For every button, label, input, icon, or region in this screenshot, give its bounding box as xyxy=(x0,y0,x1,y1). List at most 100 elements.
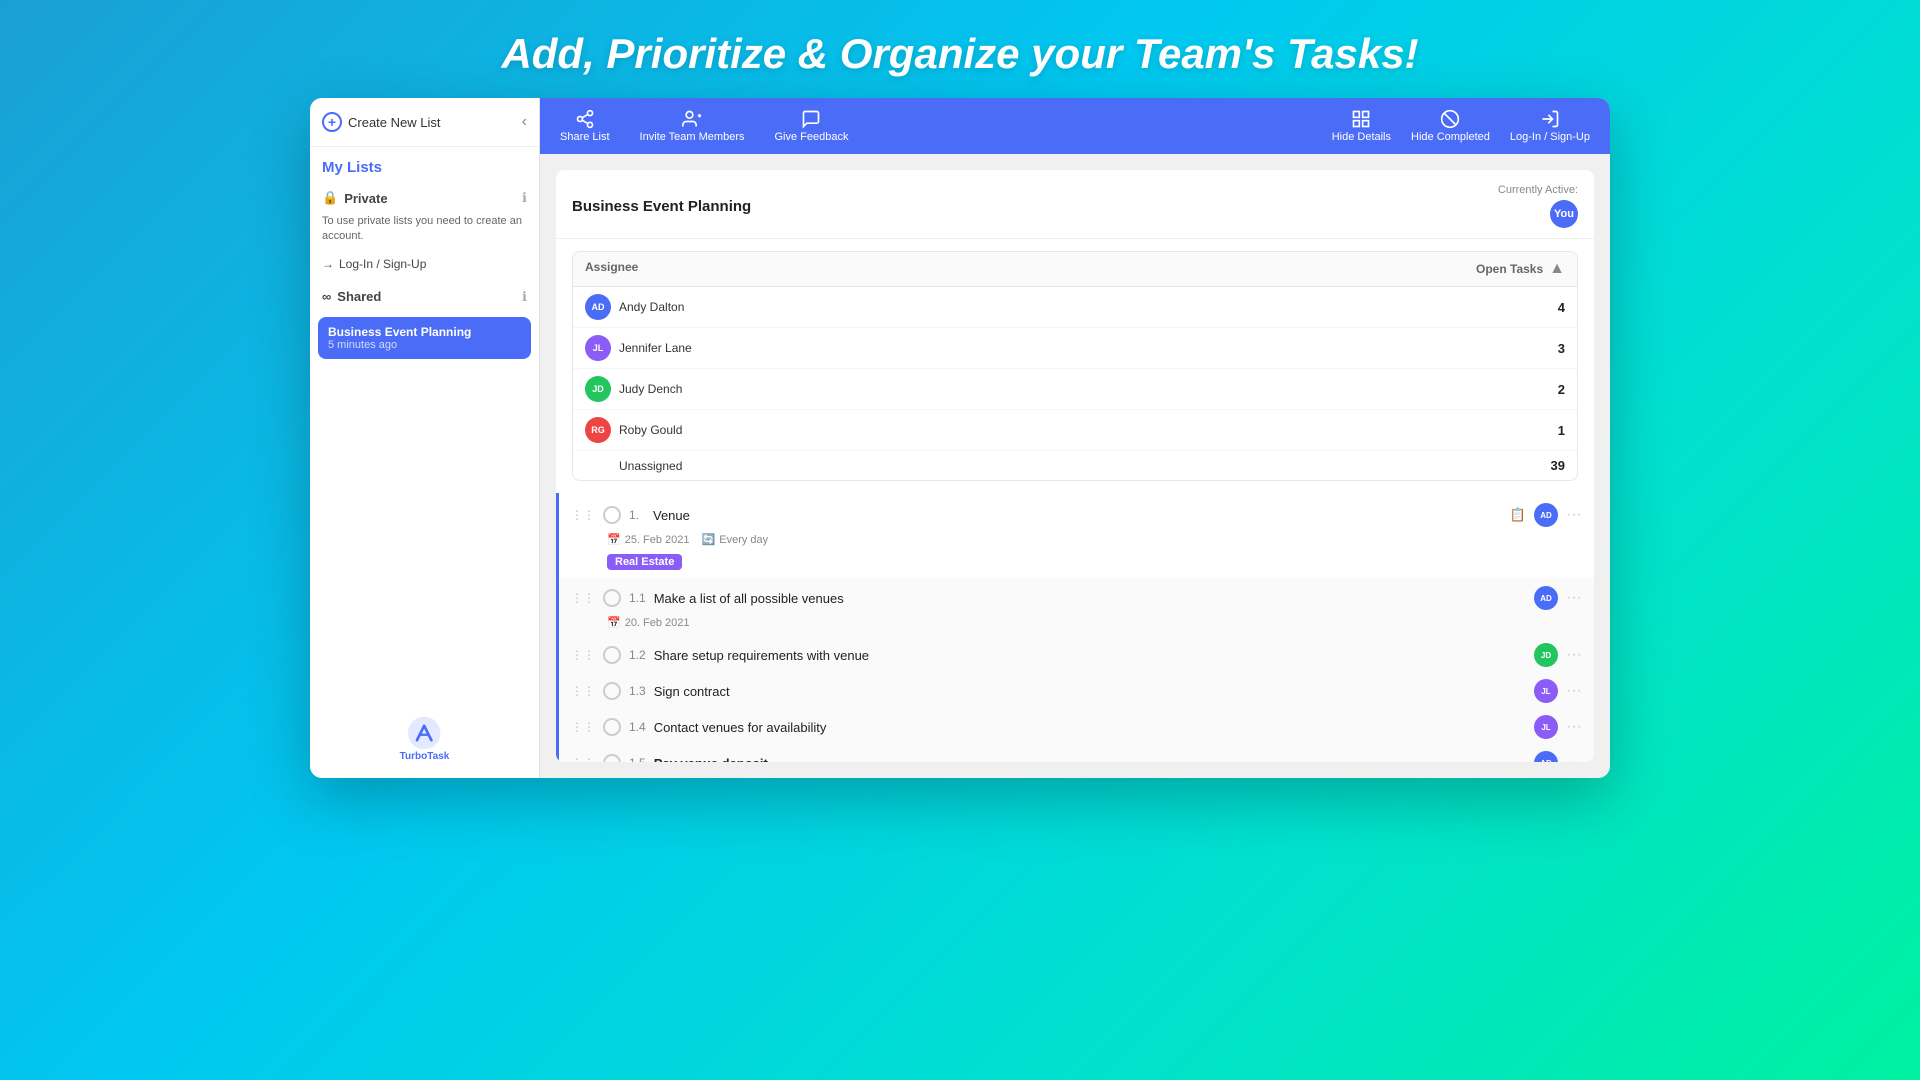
shared-list-item-name: Business Event Planning xyxy=(328,325,521,339)
shared-info-icon[interactable]: ℹ xyxy=(522,289,527,305)
create-new-list-button[interactable]: + Create New List xyxy=(322,112,440,132)
assignee-count-roby: 1 xyxy=(1558,423,1565,438)
task-panel-title: Business Event Planning xyxy=(572,198,751,215)
my-lists-title: My Lists xyxy=(310,147,539,182)
task-menu-1-2[interactable]: ··· xyxy=(1566,646,1582,664)
give-feedback-button[interactable]: Give Feedback xyxy=(774,109,848,143)
private-login-button[interactable]: → Log-In / Sign-Up xyxy=(310,253,539,281)
subtask-item-1-5: ⋮⋮ 1.5 Pay venue deposit AD ··· 📅 27. Fe… xyxy=(556,743,1594,762)
invite-team-button[interactable]: Invite Team Members xyxy=(640,109,745,143)
app-container: + Create New List ‹ My Lists 🔒 Private ℹ… xyxy=(310,98,1610,778)
task-menu-1-3[interactable]: ··· xyxy=(1566,682,1582,700)
assignee-table: Assignee Open Tasks ▲ AD Andy Dalton 4 xyxy=(572,251,1578,481)
task-meta-venue: 📅 25. Feb 2021 🔄 Every day xyxy=(559,531,1594,552)
task-avatar-venue: AD xyxy=(1534,503,1558,527)
drag-handle-1-2[interactable]: ⋮⋮ xyxy=(571,648,595,662)
shared-label: Shared xyxy=(337,289,381,304)
sidebar-header: + Create New List ‹ xyxy=(310,98,539,147)
task-menu-1-1[interactable]: ··· xyxy=(1566,589,1582,607)
task-number-venue: 1. xyxy=(629,508,645,522)
assignee-avatar-ad: AD xyxy=(585,294,611,320)
task-avatar-1-3: JL xyxy=(1534,679,1558,703)
hide-completed-button[interactable]: Hide Completed xyxy=(1411,109,1490,143)
task-menu-venue[interactable]: ··· xyxy=(1566,506,1582,524)
assignee-row-jennifer: JL Jennifer Lane 3 xyxy=(573,328,1577,369)
private-label: Private xyxy=(344,191,387,206)
task-name-1-5: Pay venue deposit xyxy=(654,756,1526,763)
assignee-row-andy: AD Andy Dalton 4 xyxy=(573,287,1577,328)
give-feedback-label: Give Feedback xyxy=(774,131,848,143)
logo-text: TurboTask xyxy=(400,751,450,762)
page-title: Add, Prioritize & Organize your Team's T… xyxy=(501,30,1418,78)
task-checkbox-venue[interactable] xyxy=(603,506,621,524)
invite-icon xyxy=(682,109,702,129)
private-description: To use private lists you need to create … xyxy=(310,214,539,253)
sidebar-collapse-button[interactable]: ‹ xyxy=(522,113,527,131)
drag-handle-1-3[interactable]: ⋮⋮ xyxy=(571,684,595,698)
drag-handle-1-5[interactable]: ⋮⋮ xyxy=(571,756,595,762)
invite-team-label: Invite Team Members xyxy=(640,131,745,143)
task-checkbox-1-3[interactable] xyxy=(603,682,621,700)
assignee-name-roby: Roby Gould xyxy=(619,423,682,437)
hide-completed-label: Hide Completed xyxy=(1411,131,1490,143)
hide-completed-icon xyxy=(1440,109,1460,129)
task-list: ⋮⋮ 1. Venue 📋 AD ··· 📅 25. Feb 2021 xyxy=(556,493,1594,762)
lock-icon: 🔒 xyxy=(322,190,338,206)
task-avatar-1-4: JL xyxy=(1534,715,1558,739)
share-list-button[interactable]: Share List xyxy=(560,109,610,143)
content-area: Business Event Planning Currently Active… xyxy=(540,154,1610,778)
task-avatar-1-1: AD xyxy=(1534,586,1558,610)
calendar-icon-1-1: 📅 xyxy=(607,616,621,629)
task-checkbox-1-4[interactable] xyxy=(603,718,621,736)
assignee-col-header: Assignee xyxy=(585,260,638,278)
top-bar: Share List Invite Team Members Give xyxy=(540,98,1610,154)
sort-icon[interactable]: ▲ xyxy=(1549,260,1565,278)
task-emoji-venue: 📋 xyxy=(1510,507,1526,523)
task-recurrence-venue: Every day xyxy=(719,534,768,546)
private-info-icon[interactable]: ℹ xyxy=(522,190,527,206)
subtask-item-1-4: ⋮⋮ 1.4 Contact venues for availability J… xyxy=(556,707,1594,743)
drag-handle-1-4[interactable]: ⋮⋮ xyxy=(571,720,595,734)
task-menu-1-5[interactable]: ··· xyxy=(1566,754,1582,762)
task-checkbox-1-5[interactable] xyxy=(603,754,621,762)
tag-real-estate: Real Estate xyxy=(607,554,682,570)
task-name-1-2: Share setup requirements with venue xyxy=(654,648,1526,663)
topbar-login-button[interactable]: Log-In / Sign-Up xyxy=(1510,109,1590,143)
turbotask-logo: TurboTask xyxy=(400,715,450,762)
assignee-count-jennifer: 3 xyxy=(1558,341,1565,356)
login-icon-small: → xyxy=(322,257,334,271)
assignee-count-andy: 4 xyxy=(1558,300,1565,315)
hide-details-button[interactable]: Hide Details xyxy=(1332,109,1391,143)
main-content: Share List Invite Team Members Give xyxy=(540,98,1610,778)
share-icon xyxy=(575,109,595,129)
task-date-venue: 25. Feb 2021 xyxy=(625,534,690,546)
task-checkbox-1-2[interactable] xyxy=(603,646,621,664)
assignee-avatar-jl: JL xyxy=(585,335,611,361)
subtask-item-1-2: ⋮⋮ 1.2 Share setup requirements with ven… xyxy=(556,635,1594,671)
topbar-login-label: Log-In / Sign-Up xyxy=(1510,131,1590,143)
drag-handle-venue[interactable]: ⋮⋮ xyxy=(571,508,595,522)
assignee-count-judy: 2 xyxy=(1558,382,1565,397)
currently-active-label: Currently Active: xyxy=(1498,184,1578,196)
drag-handle-1-1[interactable]: ⋮⋮ xyxy=(571,591,595,605)
subtask-item-1-3: ⋮⋮ 1.3 Sign contract JL ··· xyxy=(556,671,1594,707)
assignee-avatar-jd: JD xyxy=(585,376,611,402)
task-avatar-1-2: JD xyxy=(1534,643,1558,667)
share-list-label: Share List xyxy=(560,131,610,143)
task-name-1-1: Make a list of all possible venues xyxy=(654,591,1526,606)
task-number-1-2: 1.2 xyxy=(629,648,646,662)
top-bar-left: Share List Invite Team Members Give xyxy=(560,109,848,143)
hide-details-label: Hide Details xyxy=(1332,131,1391,143)
task-menu-1-4[interactable]: ··· xyxy=(1566,718,1582,736)
task-avatar-1-5: AD xyxy=(1534,751,1558,762)
assignee-row-unassigned: Unassigned 39 xyxy=(573,451,1577,480)
assignee-avatar-rg: RG xyxy=(585,417,611,443)
task-tags-venue: Real Estate xyxy=(559,552,1594,578)
open-tasks-col-header: Open Tasks xyxy=(1476,262,1543,276)
shared-list-item-business-event[interactable]: Business Event Planning 5 minutes ago xyxy=(318,317,531,359)
private-section-header: 🔒 Private ℹ xyxy=(310,182,539,214)
task-checkbox-1-1[interactable] xyxy=(603,589,621,607)
subtask-item-1-1: ⋮⋮ 1.1 Make a list of all possible venue… xyxy=(556,578,1594,635)
shared-link-icon: ∞ xyxy=(322,289,331,304)
recurrence-icon-venue: 🔄 xyxy=(702,533,716,546)
